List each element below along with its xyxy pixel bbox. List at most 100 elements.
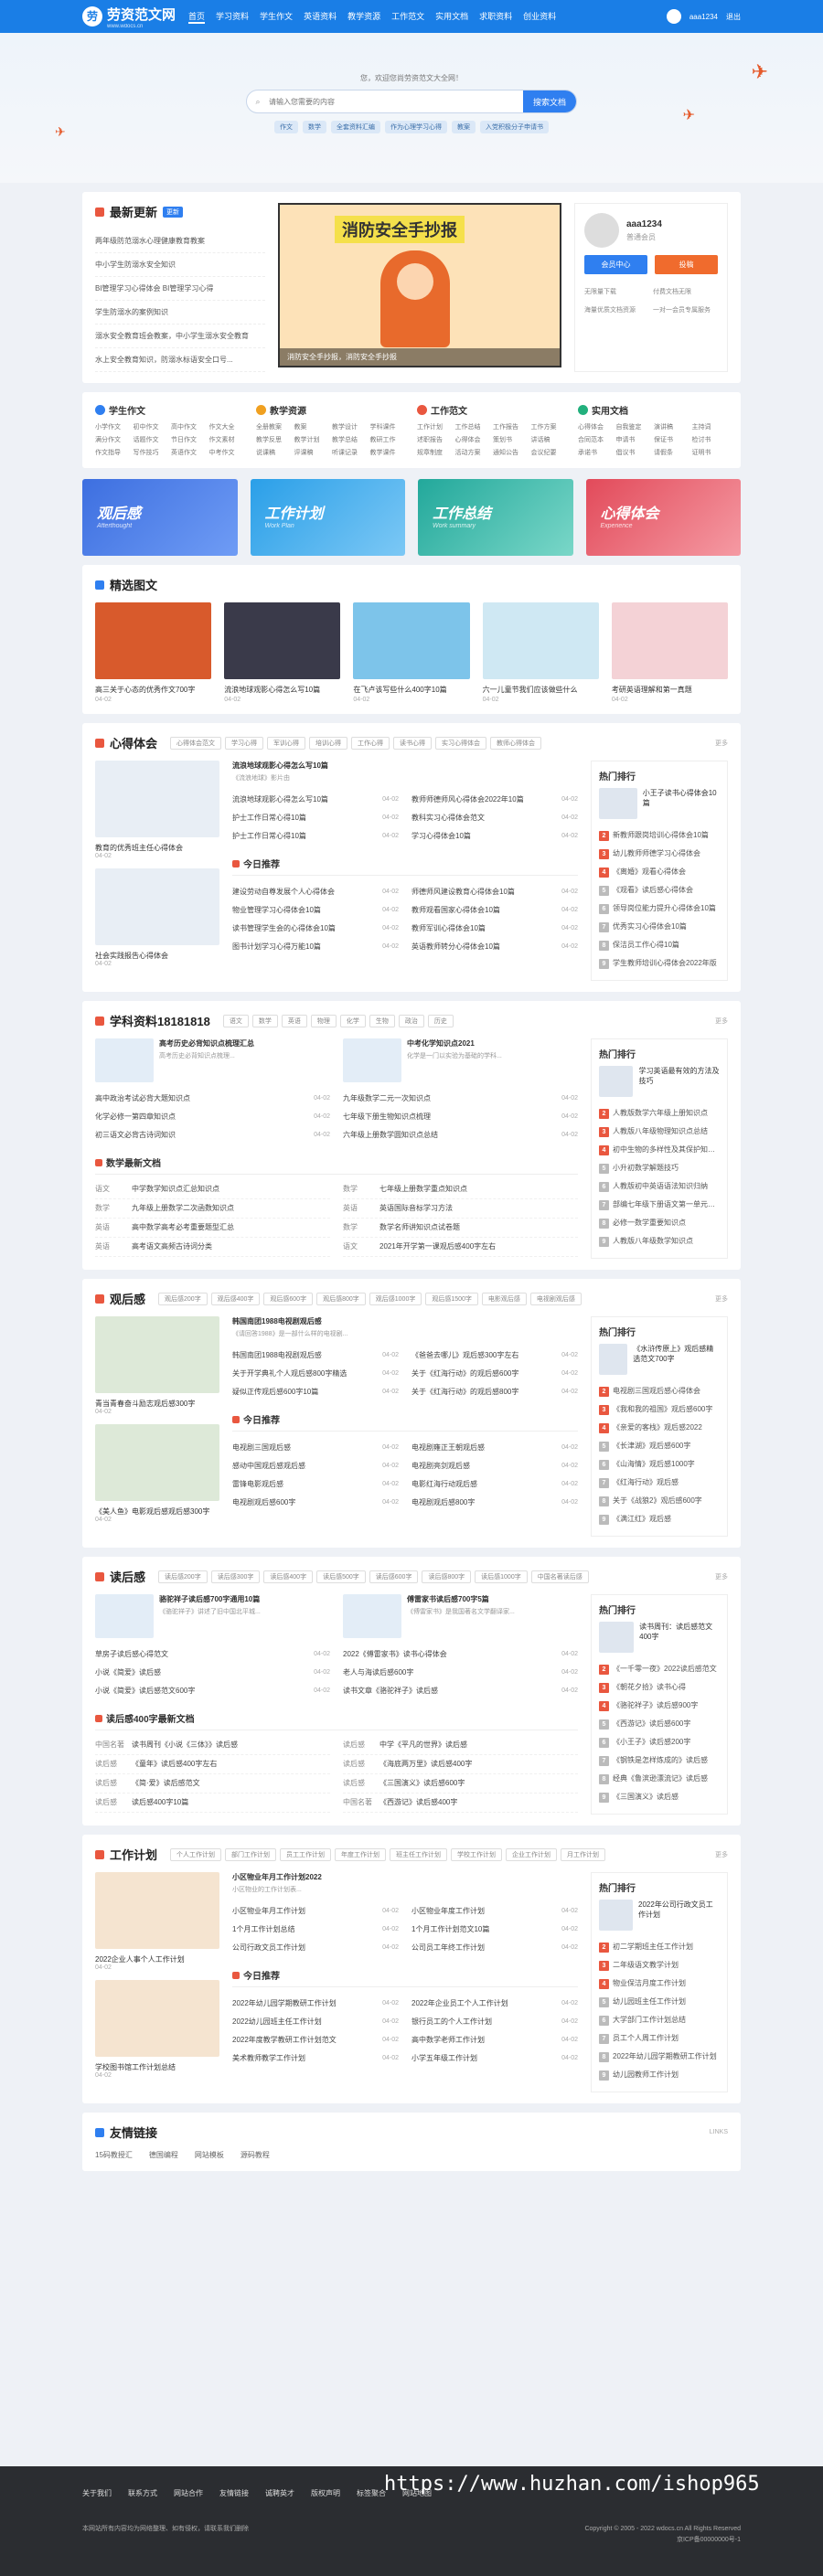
section-tag[interactable]: 观后感800字 xyxy=(316,1292,366,1305)
list-item[interactable]: 教师观看国家心得体会10篇 04-02 xyxy=(412,901,578,920)
section-tag[interactable]: 语文 xyxy=(222,1014,249,1027)
section-tag[interactable]: 观后感400字 xyxy=(210,1292,261,1305)
list-item[interactable]: 感动中国观后感观后感 04-02 xyxy=(232,1457,399,1475)
hot-item[interactable]: 3 《我和我的祖国》观后感600字 xyxy=(599,1400,720,1419)
doc-row[interactable]: 读后感 《海底两万里》读后感400字 xyxy=(343,1755,578,1774)
section-tag[interactable]: 政治 xyxy=(398,1014,424,1027)
hot-item[interactable]: 9 学生教师培训心得体会2022年版 xyxy=(599,954,720,973)
list-item[interactable]: 六年级上册数学圆知识点总结 04-02 xyxy=(343,1126,578,1144)
category-link[interactable]: 承诺书 xyxy=(578,448,615,457)
thumb-image[interactable] xyxy=(95,1872,219,1949)
category-link[interactable]: 英语作文 xyxy=(171,448,208,457)
category-link[interactable]: 评课稿 xyxy=(294,448,331,457)
category-link[interactable]: 作文大全 xyxy=(209,422,246,431)
category-link[interactable]: 通知公告 xyxy=(493,448,529,457)
category-link[interactable]: 检讨书 xyxy=(692,435,729,444)
section-tag[interactable]: 读后感1000字 xyxy=(475,1570,528,1583)
list-item[interactable]: 韩国南团1988电视剧观后感 04-02 xyxy=(232,1347,399,1365)
category-header[interactable]: 工作范文 xyxy=(417,403,567,417)
site-logo[interactable]: 劳 劳资范文网 www.wdocs.cn xyxy=(82,5,176,29)
featured-item[interactable]: 中考化学知识点2021 化学是一门以实验为基础的学科... xyxy=(343,1038,578,1082)
category-link[interactable]: 工作方案 xyxy=(531,422,568,431)
featured-item[interactable]: 小区物业年月工作计划2022 小区物业的工作计划表... xyxy=(232,1872,578,1895)
list-item[interactable]: 初三语文必背古诗词知识 04-02 xyxy=(95,1126,330,1144)
nav-item[interactable]: 实用文档 xyxy=(435,10,468,24)
section-tag[interactable]: 读书心得 xyxy=(393,736,433,750)
list-item[interactable]: 小区物业年月工作计划 04-02 xyxy=(232,1902,399,1921)
list-item[interactable]: 草房子读后感心得范文 04-02 xyxy=(95,1645,330,1664)
promo-banner[interactable]: 心得体会 Experience xyxy=(585,479,741,556)
promo-banner[interactable]: 工作计划 Work Plan xyxy=(250,479,405,556)
footer-link[interactable]: 友情链接 xyxy=(219,2488,249,2498)
hot-item[interactable]: 2 《一千零一夜》2022读后感范文 xyxy=(599,1660,720,1678)
list-item[interactable]: 教科实习心得体会范文 04-02 xyxy=(412,809,578,827)
category-header[interactable]: 教学资源 xyxy=(256,403,406,417)
list-item[interactable]: 七年级下册生物知识点梳理 04-02 xyxy=(343,1108,578,1126)
thumb-image[interactable] xyxy=(95,1316,219,1393)
category-link[interactable]: 倡议书 xyxy=(616,448,653,457)
hot-top[interactable]: 《水浒传原上》观后感精选范文700字 xyxy=(599,1344,720,1375)
hot-keyword[interactable]: 教案 xyxy=(452,121,476,133)
section-tag[interactable]: 物理 xyxy=(310,1014,337,1027)
footer-link[interactable]: 联系方式 xyxy=(128,2488,157,2498)
hot-item[interactable]: 7 《钢铁是怎样炼成的》读后感 xyxy=(599,1751,720,1770)
list-item[interactable]: 小说《简爱》读后感范文600字 04-02 xyxy=(95,1682,330,1700)
doc-row[interactable]: 数学 七年级上册数学重点知识点 xyxy=(343,1180,578,1199)
friend-link[interactable]: 源码教程 xyxy=(240,2150,270,2160)
hot-item[interactable]: 3 《朝花夕拾》读书心得 xyxy=(599,1678,720,1697)
thumb-caption[interactable]: 2022企业人事个人工作计划 xyxy=(95,1954,219,1964)
category-link[interactable]: 写作技巧 xyxy=(134,448,170,457)
footer-link[interactable]: 关于我们 xyxy=(82,2488,112,2498)
hot-top[interactable]: 2022年公司行政文员工作计划 xyxy=(599,1900,720,1931)
section-tag[interactable]: 电视剧观后感 xyxy=(529,1292,582,1305)
section-tag[interactable]: 数学 xyxy=(251,1014,278,1027)
footer-link[interactable]: 版权声明 xyxy=(311,2488,340,2498)
category-link[interactable]: 心得体会 xyxy=(455,435,492,444)
nav-item[interactable]: 学生作文 xyxy=(260,10,293,24)
featured-item[interactable]: 流浪地球观影心得怎么写10篇 《流浪地球》影片由 xyxy=(232,761,578,783)
nav-item[interactable]: 学习资料 xyxy=(216,10,249,24)
hot-item[interactable]: 9 《三国演义》读后感 xyxy=(599,1788,720,1806)
doc-row[interactable]: 中国名著 读书周刊《小说《三体》》读后感 xyxy=(95,1736,330,1755)
list-item[interactable]: 电视剧雍正王朝观后感 04-02 xyxy=(412,1439,578,1457)
list-item[interactable]: 疑似正传观后感600字10篇 04-02 xyxy=(232,1383,399,1401)
category-link[interactable]: 教学总结 xyxy=(332,435,369,444)
thumb-image[interactable] xyxy=(95,761,219,837)
list-item[interactable]: 1个月工作计划总结 04-02 xyxy=(232,1921,399,1939)
hot-item[interactable]: 5 《长津湖》观后感600字 xyxy=(599,1437,720,1455)
section-tag[interactable]: 中国名著读后感 xyxy=(530,1570,589,1583)
category-link[interactable]: 会议纪要 xyxy=(531,448,568,457)
doc-row[interactable]: 读后感 读后感400字10篇 xyxy=(95,1794,330,1813)
pic-card[interactable]: 高三关于心态的优秀作文700字 04-02 xyxy=(95,602,212,703)
hot-keyword[interactable]: 数学 xyxy=(303,121,326,133)
section-tag[interactable]: 企业工作计划 xyxy=(506,1847,558,1861)
section-tag[interactable]: 读后感500字 xyxy=(316,1570,366,1583)
category-link[interactable]: 作文指导 xyxy=(95,448,132,457)
featured-item[interactable]: 高考历史必背知识点梳理汇总 高考历史必背知识点梳理... xyxy=(95,1038,330,1082)
list-item[interactable]: 小学五年级工作计划 04-02 xyxy=(412,2049,578,2068)
list-item[interactable]: 2022《傅雷家书》读书心得体会 04-02 xyxy=(343,1645,578,1664)
hot-item[interactable]: 8 关于《战狼2》观后感600字 xyxy=(599,1492,720,1510)
section-tag[interactable]: 工作心得 xyxy=(351,736,390,750)
section-tag[interactable]: 军训心得 xyxy=(267,736,306,750)
category-link[interactable]: 高中作文 xyxy=(171,422,208,431)
hot-item[interactable]: 6 大学部门工作计划总结 xyxy=(599,2011,720,2029)
member-center-button[interactable]: 会员中心 xyxy=(584,255,647,274)
category-link[interactable]: 规章制度 xyxy=(417,448,454,457)
hot-item[interactable]: 7 员工个人周工作计划 xyxy=(599,2029,720,2048)
list-item[interactable]: 流浪地球观影心得怎么写10篇 04-02 xyxy=(232,791,399,809)
more-link[interactable]: 更多 xyxy=(715,1572,728,1581)
list-item[interactable]: 关于开学典礼个人观后感800字精选 04-02 xyxy=(232,1365,399,1383)
category-link[interactable]: 教学反思 xyxy=(256,435,293,444)
list-item[interactable]: 银行员工的个人工作计划 04-02 xyxy=(412,2013,578,2031)
hot-item[interactable]: 2 人教版数学六年级上册知识点 xyxy=(599,1104,720,1123)
hot-item[interactable]: 5 幼儿园班主任工作计划 xyxy=(599,1993,720,2011)
hot-keyword[interactable]: 作为心理学习心得 xyxy=(385,121,447,133)
hot-item[interactable]: 7 部编七年级下册语文第一单元知识点 xyxy=(599,1196,720,1214)
thumb-image[interactable] xyxy=(95,1980,219,2057)
hot-top[interactable]: 小王子读书心得体会10篇 xyxy=(599,788,720,819)
more-link[interactable]: 更多 xyxy=(715,1850,728,1859)
list-item[interactable]: 美术教师教学工作计划 04-02 xyxy=(232,2049,399,2068)
hot-item[interactable]: 6 人教版初中英语语法知识归纳 xyxy=(599,1177,720,1196)
category-link[interactable]: 保证书 xyxy=(654,435,690,444)
